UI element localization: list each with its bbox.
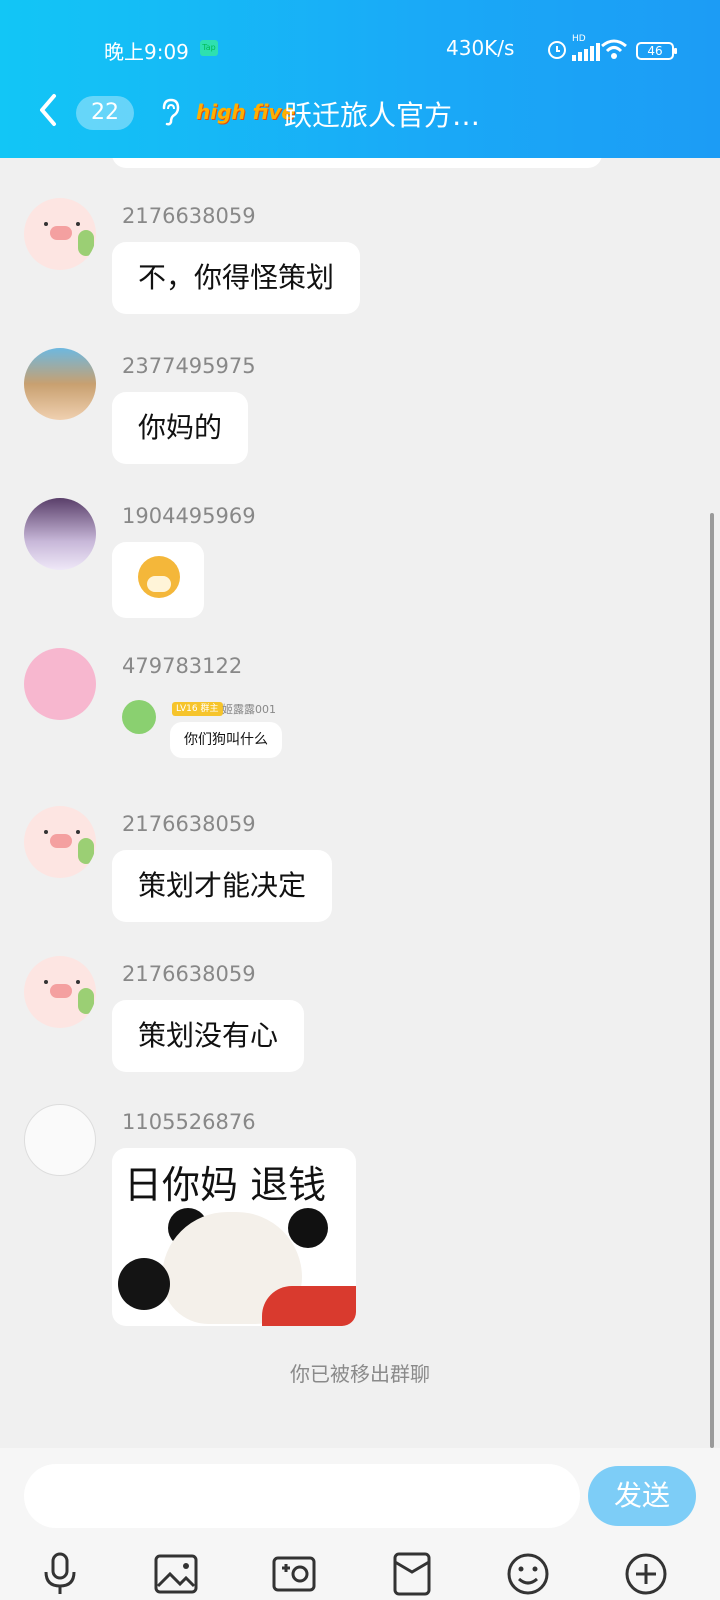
- quoted-sender-name: 姬露露001: [222, 703, 276, 716]
- top-header: 晚上9:09 Tap 430K/s HD 46 22 high five 跃迁旅…: [0, 0, 720, 158]
- meme-fist: [118, 1258, 170, 1310]
- mic-icon[interactable]: [38, 1552, 82, 1596]
- chevron-left-icon: [40, 94, 56, 126]
- chat-title[interactable]: 跃迁旅人官方…: [284, 94, 480, 134]
- message-input[interactable]: [24, 1464, 580, 1528]
- wifi-icon: [600, 38, 628, 65]
- send-button[interactable]: 发送: [588, 1466, 696, 1526]
- avatar[interactable]: [24, 648, 96, 720]
- sticker-message[interactable]: [112, 542, 204, 618]
- meme-caption: 日你妈 退钱: [124, 1163, 327, 1207]
- unread-count-badge[interactable]: 22: [76, 96, 134, 130]
- signal-icon: [572, 42, 600, 66]
- quoted-text: 你们狗叫什么: [170, 722, 282, 758]
- scrollbar[interactable]: [710, 513, 714, 1448]
- system-notice: 你已被移出群聊: [290, 1362, 430, 1386]
- message-list[interactable]: 2176638059 不，你得怪策划 2377495975 你妈的 190449…: [0, 158, 720, 1448]
- avatar[interactable]: [24, 198, 96, 270]
- avatar[interactable]: [24, 498, 96, 570]
- message-bubble[interactable]: 策划才能决定: [112, 850, 333, 922]
- quoted-reply[interactable]: LV16 群主 姬露露001 你们狗叫什么: [122, 700, 352, 764]
- sender-id[interactable]: 1105526876: [122, 1110, 256, 1134]
- message-bubble[interactable]: 策划没有心: [112, 1000, 305, 1072]
- avatar[interactable]: [24, 956, 96, 1028]
- clock: 晚上9:09: [104, 40, 189, 64]
- network-speed: 430K/s: [446, 36, 515, 60]
- sender-id[interactable]: 1904495969: [122, 504, 256, 528]
- sender-id[interactable]: 2176638059: [122, 204, 256, 228]
- avatar[interactable]: [24, 1104, 96, 1176]
- message-bubble[interactable]: 不，你得怪策划: [112, 242, 361, 314]
- tap-app-icon: Tap: [200, 40, 218, 56]
- avatar[interactable]: [24, 348, 96, 420]
- shiba-sticker-icon: [138, 556, 180, 598]
- panda-ear-right: [288, 1208, 328, 1248]
- meme-shirt: [262, 1286, 356, 1326]
- camera-icon[interactable]: [272, 1552, 316, 1596]
- plus-icon[interactable]: [624, 1552, 668, 1596]
- group-logo: high five: [196, 100, 295, 124]
- meme-image[interactable]: 日你妈 退钱: [112, 1148, 356, 1326]
- avatar[interactable]: [24, 806, 96, 878]
- toolbar: [0, 1552, 720, 1598]
- chat-nav-bar: 22 high five 跃迁旅人官方…: [0, 92, 720, 136]
- quoted-avatar: [122, 700, 156, 734]
- battery-indicator: 46: [636, 42, 677, 60]
- input-bar: 发送: [0, 1448, 720, 1600]
- image-icon[interactable]: [154, 1552, 198, 1596]
- back-button[interactable]: [36, 92, 66, 132]
- alarm-icon: [546, 38, 568, 65]
- message-bubble[interactable]: 你妈的: [112, 392, 249, 464]
- ear-icon[interactable]: [158, 98, 182, 132]
- status-bar: 晚上9:09 Tap 430K/s HD 46: [0, 34, 720, 64]
- level-badge: LV16 群主: [172, 702, 223, 716]
- sender-id[interactable]: 2176638059: [122, 812, 256, 836]
- previous-message-bubble: [112, 158, 602, 168]
- sender-id[interactable]: 2377495975: [122, 354, 256, 378]
- sender-id[interactable]: 479783122: [122, 654, 242, 678]
- sender-id[interactable]: 2176638059: [122, 962, 256, 986]
- emoji-icon[interactable]: [506, 1552, 550, 1596]
- red-packet-icon[interactable]: [390, 1552, 434, 1596]
